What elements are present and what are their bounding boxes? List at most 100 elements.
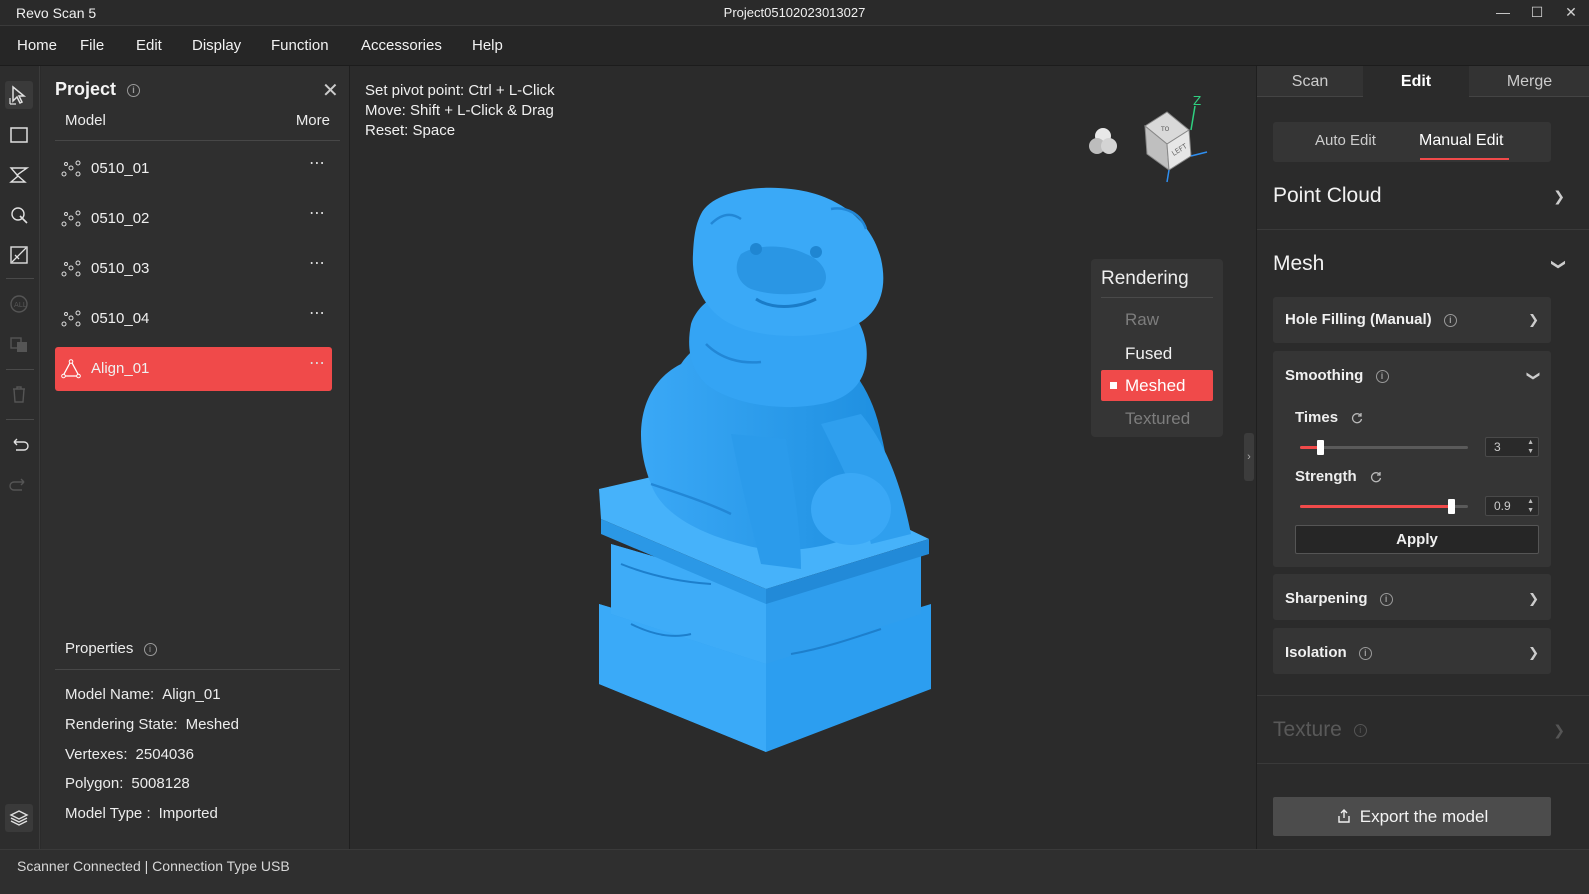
minimize-icon[interactable]: — bbox=[1495, 2, 1511, 22]
sharpening-card[interactable]: Sharpening i ❯ bbox=[1273, 574, 1551, 620]
menu-file[interactable]: File bbox=[80, 37, 104, 54]
tab-edit[interactable]: Edit bbox=[1363, 66, 1469, 97]
times-slider[interactable] bbox=[1300, 440, 1468, 455]
rendering-raw[interactable]: Raw bbox=[1101, 304, 1213, 335]
z-axis-label: Z bbox=[1193, 96, 1201, 108]
view-cube-icon[interactable]: TO LEFT Z bbox=[1137, 96, 1217, 188]
info-icon[interactable]: i bbox=[1358, 646, 1372, 660]
rendering-meshed[interactable]: Meshed bbox=[1101, 370, 1213, 401]
header-divider bbox=[55, 140, 340, 141]
model-row-0510-01[interactable]: 0510_01 ⋯ bbox=[55, 147, 332, 191]
strength-slider[interactable] bbox=[1300, 499, 1468, 514]
hole-filling-label: Hole Filling (Manual) bbox=[1285, 311, 1432, 328]
times-slider-thumb[interactable] bbox=[1317, 440, 1325, 455]
hole-filling-card[interactable]: Hole Filling (Manual) i ❯ bbox=[1273, 297, 1551, 343]
rendering-fused[interactable]: Fused bbox=[1101, 338, 1213, 369]
strength-slider-thumb[interactable] bbox=[1448, 499, 1456, 514]
brush-select-icon[interactable] bbox=[5, 201, 33, 229]
deselect-icon[interactable] bbox=[5, 330, 33, 358]
layers-icon[interactable] bbox=[5, 804, 33, 832]
collapse-panel-handle[interactable]: › bbox=[1244, 433, 1254, 481]
redo-icon[interactable] bbox=[5, 471, 33, 499]
menu-accessories[interactable]: Accessories bbox=[361, 37, 442, 54]
rendering-textured[interactable]: Textured bbox=[1101, 403, 1213, 434]
strength-input[interactable]: 0.9 ▲ ▼ bbox=[1485, 496, 1539, 516]
isolation-card[interactable]: Isolation i ❯ bbox=[1273, 628, 1551, 674]
rectangle-select-icon[interactable] bbox=[5, 121, 33, 149]
times-label: Times bbox=[1295, 409, 1364, 426]
times-input[interactable]: 3 ▲ ▼ bbox=[1485, 437, 1539, 457]
menu-home[interactable]: Home bbox=[17, 37, 57, 54]
chevron-right-icon[interactable]: ❯ bbox=[1553, 188, 1565, 205]
connection-status: Scanner Connected | Connection Type USB bbox=[17, 858, 290, 874]
spin-arrows-icon[interactable]: ▲ ▼ bbox=[1527, 497, 1534, 515]
properties-label: Properties bbox=[65, 640, 134, 657]
toolbar-divider bbox=[6, 369, 34, 370]
hint-pivot: Set pivot point: Ctrl + L-Click bbox=[365, 82, 555, 99]
chevron-right-icon[interactable]: ❯ bbox=[1528, 312, 1539, 328]
menu-help[interactable]: Help bbox=[472, 37, 503, 54]
more-options-icon[interactable]: ⋯ bbox=[309, 303, 326, 323]
lighting-icon[interactable] bbox=[1085, 124, 1121, 160]
point-cloud-icon bbox=[61, 210, 81, 227]
maximize-icon[interactable]: ☐ bbox=[1529, 2, 1545, 22]
close-panel-icon[interactable]: ✕ bbox=[322, 78, 339, 103]
section-divider bbox=[1257, 763, 1589, 764]
select-tool-icon[interactable] bbox=[5, 81, 33, 109]
menu-function[interactable]: Function bbox=[271, 37, 329, 54]
info-icon[interactable]: i bbox=[127, 83, 141, 97]
lasso-select-icon[interactable] bbox=[5, 161, 33, 189]
spin-arrows-icon[interactable]: ▲ ▼ bbox=[1527, 438, 1534, 456]
model-row-0510-02[interactable]: 0510_02 ⋯ bbox=[55, 197, 332, 241]
rendering-divider bbox=[1101, 297, 1213, 298]
prop-key: Polygon: bbox=[65, 775, 124, 792]
model-name: 0510_04 bbox=[91, 310, 150, 327]
select-all-icon[interactable]: ALL bbox=[5, 290, 33, 318]
section-texture[interactable]: Texture i bbox=[1273, 718, 1367, 742]
chevron-right-icon[interactable]: ❯ bbox=[1553, 722, 1565, 739]
3d-viewport[interactable]: Set pivot point: Ctrl + L-Click Move: Sh… bbox=[351, 66, 1255, 849]
menu-edit[interactable]: Edit bbox=[136, 37, 162, 54]
model-row-0510-03[interactable]: 0510_03 ⋯ bbox=[55, 247, 332, 291]
more-options-icon[interactable]: ⋯ bbox=[309, 353, 326, 373]
tab-manual-edit[interactable]: Manual Edit bbox=[1419, 132, 1504, 150]
apply-button[interactable]: Apply bbox=[1295, 525, 1539, 554]
strength-slider-fill bbox=[1300, 505, 1452, 508]
times-value: 3 bbox=[1494, 440, 1501, 454]
info-icon[interactable]: i bbox=[1379, 592, 1393, 606]
tool-bar: ALL bbox=[0, 66, 40, 849]
export-model-button[interactable]: Export the model bbox=[1273, 797, 1551, 836]
sharpening-label: Sharpening bbox=[1285, 590, 1368, 607]
close-icon[interactable]: ✕ bbox=[1563, 2, 1579, 22]
chevron-right-icon[interactable]: ❯ bbox=[1528, 591, 1539, 607]
point-cloud-icon bbox=[61, 310, 81, 327]
chevron-right-icon[interactable]: ❯ bbox=[1528, 645, 1539, 661]
more-column-header: More bbox=[295, 112, 330, 129]
prop-value: 5008128 bbox=[131, 775, 190, 792]
menu-display[interactable]: Display bbox=[192, 37, 241, 54]
tab-auto-edit[interactable]: Auto Edit bbox=[1315, 132, 1376, 149]
section-point-cloud[interactable]: Point Cloud bbox=[1273, 184, 1382, 208]
invert-select-icon[interactable] bbox=[5, 241, 33, 269]
section-mesh[interactable]: Mesh bbox=[1273, 252, 1324, 276]
delete-icon[interactable] bbox=[5, 380, 33, 408]
reset-icon[interactable] bbox=[1369, 470, 1383, 484]
chevron-down-icon[interactable]: ❯ bbox=[1551, 259, 1568, 271]
model-row-0510-04[interactable]: 0510_04 ⋯ bbox=[55, 297, 332, 341]
chevron-down-icon[interactable]: ❯ bbox=[1526, 371, 1542, 382]
model-row-align-01[interactable]: Align_01 ⋯ bbox=[55, 347, 332, 391]
info-icon[interactable]: i bbox=[1443, 313, 1457, 327]
tab-scan[interactable]: Scan bbox=[1257, 66, 1363, 97]
info-icon[interactable]: i bbox=[1375, 369, 1389, 383]
prop-vertexes: Vertexes: 2504036 bbox=[65, 746, 194, 763]
undo-icon[interactable] bbox=[5, 431, 33, 459]
info-icon[interactable]: i bbox=[143, 642, 157, 656]
model-name: 0510_02 bbox=[91, 210, 150, 227]
more-options-icon[interactable]: ⋯ bbox=[309, 153, 326, 173]
more-options-icon[interactable]: ⋯ bbox=[309, 253, 326, 273]
more-options-icon[interactable]: ⋯ bbox=[309, 203, 326, 223]
reset-icon[interactable] bbox=[1350, 411, 1364, 425]
scanned-model[interactable] bbox=[591, 184, 941, 759]
tab-merge[interactable]: Merge bbox=[1469, 66, 1589, 97]
prop-key: Vertexes: bbox=[65, 746, 128, 763]
